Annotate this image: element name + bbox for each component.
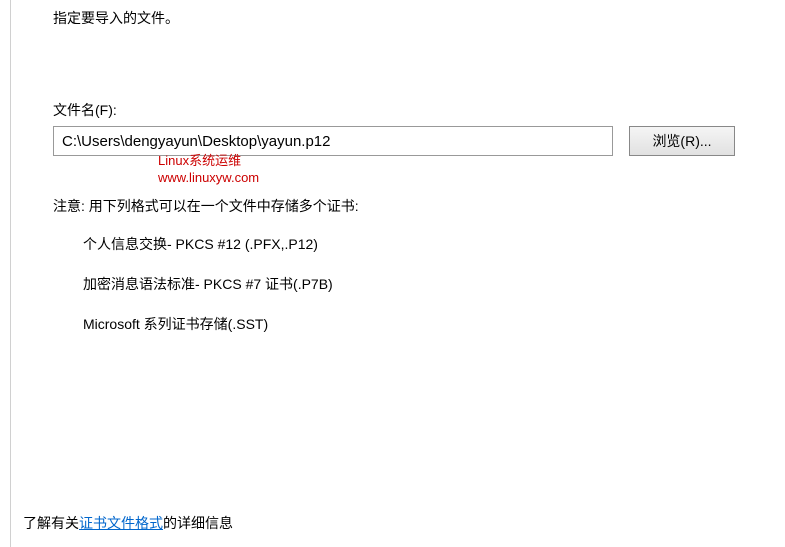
browse-button[interactable]: 浏览(R)... — [629, 126, 735, 156]
footer-prefix: 了解有关 — [23, 515, 79, 531]
file-path-input[interactable] — [53, 126, 613, 156]
file-input-row: 浏览(R)... — [53, 126, 785, 156]
file-name-label: 文件名(F): — [53, 100, 785, 120]
watermark: Linux系统运维 www.linuxyw.com — [158, 153, 259, 187]
format-pkcs12: 个人信息交换- PKCS #12 (.PFX,.P12) — [83, 234, 785, 254]
format-list: 个人信息交换- PKCS #12 (.PFX,.P12) 加密消息语法标准- P… — [83, 234, 785, 334]
format-sst: Microsoft 系列证书存储(.SST) — [83, 314, 785, 334]
cert-format-link[interactable]: 证书文件格式 — [79, 515, 163, 531]
format-note: 注意: 用下列格式可以在一个文件中存储多个证书: — [53, 196, 785, 216]
footer-suffix: 的详细信息 — [163, 515, 233, 531]
dialog-container: 指定要导入的文件。 文件名(F): 浏览(R)... Linux系统运维 www… — [10, 0, 785, 547]
import-instruction: 指定要导入的文件。 — [53, 8, 785, 28]
file-section: 文件名(F): 浏览(R)... — [53, 100, 785, 156]
watermark-line2: www.linuxyw.com — [158, 170, 259, 187]
footer-info: 了解有关证书文件格式的详细信息 — [23, 513, 233, 533]
format-pkcs7: 加密消息语法标准- PKCS #7 证书(.P7B) — [83, 274, 785, 294]
